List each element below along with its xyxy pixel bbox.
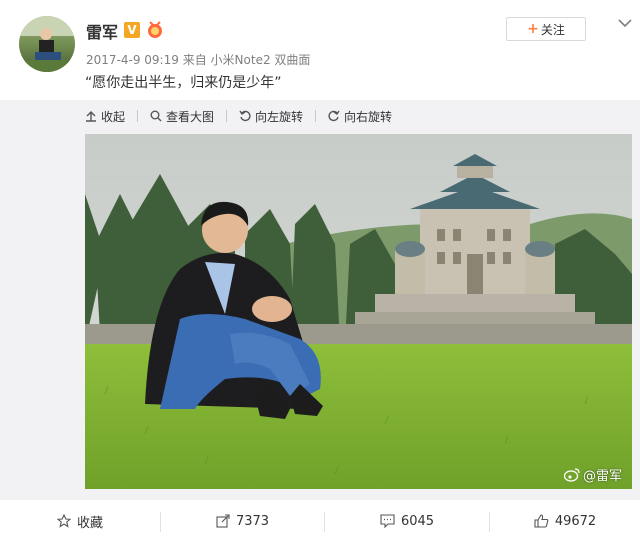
source-device[interactable]: 小米Note2 双曲面 [211, 53, 311, 67]
rotate-left-button[interactable]: 向左旋转 [239, 106, 303, 126]
rotate-right-button[interactable]: 向右旋转 [328, 106, 392, 126]
follow-button[interactable]: + 关注 [506, 17, 586, 41]
comment-button[interactable]: 6045 [325, 500, 489, 542]
post-meta: 2017-4-9 09:19 来自 小米Note2 双曲面 [86, 51, 310, 68]
author-name[interactable]: 雷军 [86, 19, 118, 43]
collapse-button[interactable]: 收起 [85, 106, 125, 126]
view-large-label: 查看大图 [166, 109, 215, 124]
plus-icon: + [527, 21, 539, 37]
thumbs-up-icon [534, 514, 549, 528]
like-count: 49672 [554, 513, 597, 529]
favorite-button[interactable]: 收藏 [0, 500, 160, 542]
search-icon [150, 110, 162, 122]
star-icon [56, 514, 71, 528]
repost-count: 7373 [235, 513, 270, 529]
post-photo[interactable] [85, 134, 632, 489]
weibo-logo-icon [564, 467, 580, 482]
view-large-button[interactable]: 查看大图 [150, 106, 214, 126]
repost-button[interactable]: 7373 [161, 500, 324, 542]
image-toolbar: 收起 查看大图 向左旋转 向右旋转 [85, 106, 406, 126]
post-timestamp[interactable]: 2017-4-9 09:19 [86, 53, 179, 67]
toolbar-divider [137, 110, 139, 122]
post-text: “愿你走出半生，归来仍是少年” [85, 75, 282, 91]
toolbar-divider [226, 110, 228, 122]
follow-label: 关注 [540, 22, 565, 37]
repost-icon [216, 514, 230, 528]
verified-badge-icon: V [124, 22, 140, 38]
comment-icon [380, 514, 395, 528]
favorite-label: 收藏 [76, 515, 103, 531]
post-header: 雷军 V 2017-4-9 09:19 来自 小米Note2 双曲面 “愿你走出… [0, 0, 640, 100]
rotate-left-icon [239, 110, 251, 122]
comment-count: 6045 [400, 513, 435, 529]
rotate-right-icon [328, 110, 340, 122]
collapse-label: 收起 [101, 109, 126, 124]
image-watermark: @雷军 [564, 465, 622, 484]
post-action-bar: 收藏 7373 6045 49672 [0, 500, 640, 542]
toolbar-divider [315, 110, 317, 122]
medal-icon [148, 21, 162, 38]
avatar[interactable] [19, 16, 75, 72]
arrow-up-icon [86, 111, 96, 122]
like-button[interactable]: 49672 [490, 500, 640, 542]
rotate-right-label: 向右旋转 [344, 109, 393, 124]
source-prefix: 来自 [182, 53, 207, 67]
rotate-left-label: 向左旋转 [255, 109, 304, 124]
watermark-text: @雷军 [583, 469, 623, 484]
chevron-down-icon[interactable] [618, 18, 632, 28]
